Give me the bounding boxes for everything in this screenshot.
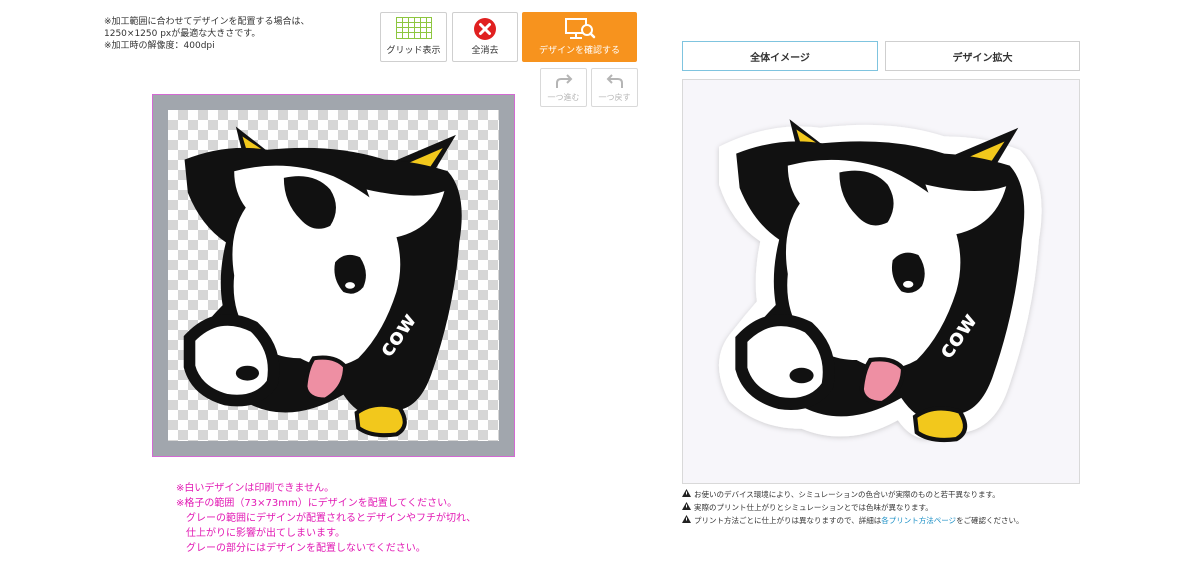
confirm-design-label: デザインを確認する <box>538 46 620 56</box>
clear-all-label: 全消去 <box>471 46 499 56</box>
sticker-preview-image: cow <box>718 119 1042 443</box>
grid-icon <box>395 17 432 42</box>
placement-warnings: ※白いデザインは印刷できません。 ※格子の範囲（73×73mm）にデザインを配置… <box>176 481 476 556</box>
confirm-design-button[interactable]: デザインを確認する <box>522 12 637 62</box>
warning-triangle-icon <box>682 514 691 527</box>
note-line: 実際のプリント仕上がりとシミュレーションとでは色味が異なります。 <box>682 501 1024 514</box>
print-method-link[interactable]: 各プリント方法ページ <box>881 514 956 527</box>
monitor-search-icon <box>563 17 597 44</box>
info-line: ※加工範囲に合わせてデザインを配置する場合は、 <box>104 17 310 27</box>
warning-line: グレーの部分にはデザインを配置しないでください。 <box>186 543 426 554</box>
clear-all-button[interactable]: 全消去 <box>452 12 518 62</box>
cow-design-image[interactable]: cow <box>168 110 499 441</box>
note-text: お使いのデバイス環境により、シミュレーションの色合いが実際のものと若干異なります… <box>694 490 1000 499</box>
note-text: 実際のプリント仕上がりとシミュレーションとでは色味が異なります。 <box>694 503 933 512</box>
design-canvas[interactable]: cow <box>152 94 515 457</box>
warning-line: 仕上がりに影響が出てしまいます。 <box>186 528 345 539</box>
warning-triangle-icon <box>682 501 691 514</box>
warning-triangle-icon <box>682 488 691 501</box>
tab-zoom-label: デザイン拡大 <box>952 52 1013 64</box>
tab-overall-label: 全体イメージ <box>750 52 810 64</box>
undo-label: 一つ戻す <box>598 93 631 102</box>
grid-toggle-label: グリッド表示 <box>386 46 441 56</box>
note-text: プリント方法ごとに仕上がりは異なりますので、詳細は <box>694 516 882 525</box>
warning-line: ※白いデザインは印刷できません。 <box>176 483 335 494</box>
info-line: ※加工時の解像度：400dpi <box>104 41 215 51</box>
print-area-grid[interactable]: cow <box>168 110 499 441</box>
note-line: プリント方法ごとに仕上がりは異なりますので、詳細は 各プリント方法ページ をご確認く… <box>682 514 1024 527</box>
redo-label: 一つ進む <box>547 93 580 102</box>
tab-design-zoom[interactable]: デザイン拡大 <box>885 41 1080 71</box>
undo-icon <box>604 73 626 93</box>
undo-button[interactable]: 一つ戻す <box>591 68 638 107</box>
preview-panel: cow <box>682 79 1080 484</box>
cow-head-graphic: cow <box>183 126 462 438</box>
info-line: 1250×1250 pxが最適な大きさです。 <box>104 29 261 39</box>
warning-line: グレーの範囲にデザインが配置されるとデザインやフチが切れ、 <box>186 513 477 524</box>
tab-overall-image[interactable]: 全体イメージ <box>682 41 878 71</box>
redo-button[interactable]: 一つ進む <box>540 68 587 107</box>
redo-icon <box>553 73 575 93</box>
warning-line: ※格子の範囲（73×73mm）にデザインを配置してください。 <box>176 498 458 509</box>
note-text: をご確認ください。 <box>956 516 1024 525</box>
preview-notes: お使いのデバイス環境により、シミュレーションの色合いが実際のものと若干異なります… <box>682 488 1024 527</box>
design-info: ※加工範囲に合わせてデザインを配置する場合は、 1250×1250 pxが最適な… <box>104 16 310 52</box>
grid-toggle-button[interactable]: グリッド表示 <box>380 12 447 62</box>
close-circle-icon <box>473 17 497 44</box>
note-line: お使いのデバイス環境により、シミュレーションの色合いが実際のものと若干異なります… <box>682 488 1024 501</box>
